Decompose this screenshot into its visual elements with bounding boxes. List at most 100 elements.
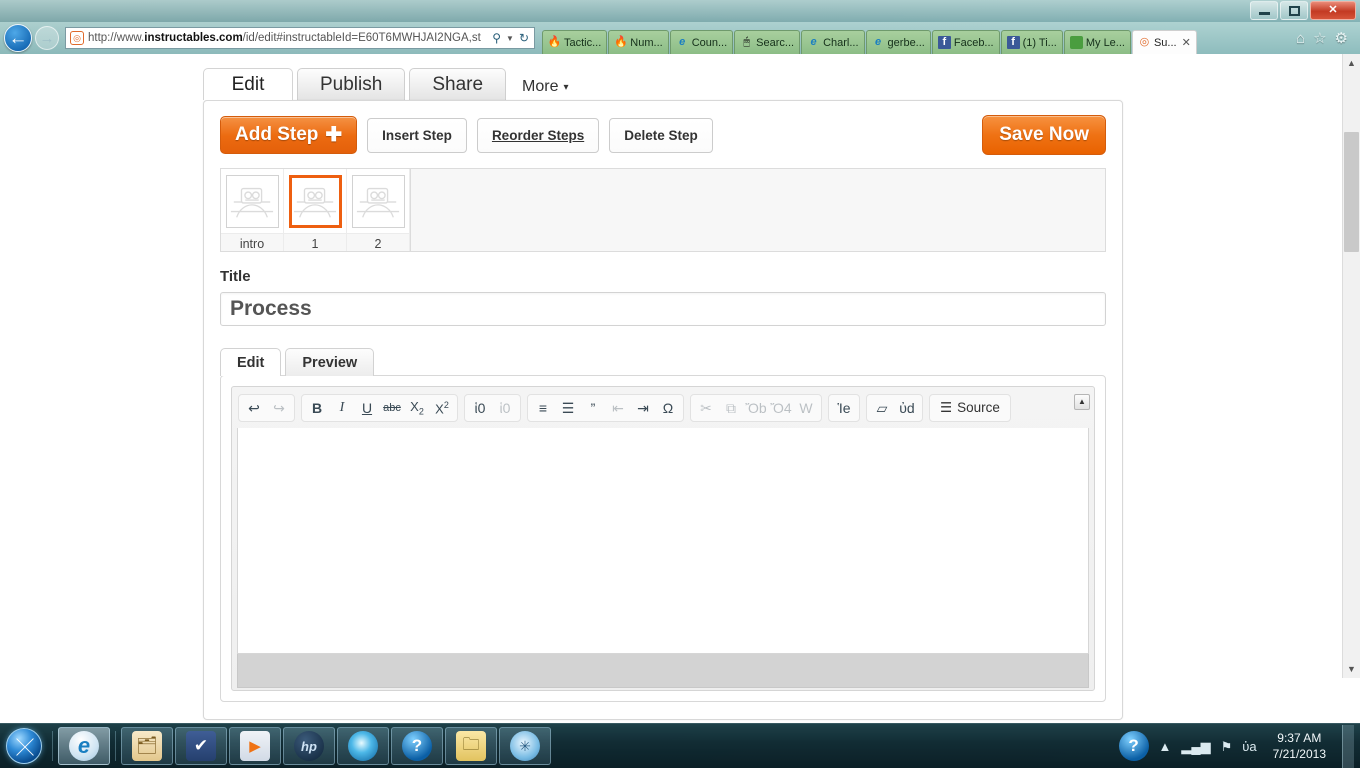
ie-icon: e [874, 36, 882, 48]
undo-icon[interactable]: ↩ [242, 397, 266, 419]
start-button[interactable] [0, 725, 48, 768]
tab-share[interactable]: Share [409, 68, 507, 100]
step-toolbar: Add Step ✚ Insert Step Reorder Steps Del… [220, 115, 1106, 155]
browser-tab-label: Coun... [691, 36, 728, 49]
browser-tab-1[interactable]: 🔥 Num... [608, 30, 669, 54]
taskbar-item-media-player[interactable]: ▶ [229, 727, 281, 765]
flag-icon[interactable]: ⚑ [1221, 740, 1233, 753]
collapse-toolbar-button[interactable]: ▲ [1074, 394, 1090, 410]
editor-tab-preview[interactable]: Preview [285, 348, 375, 376]
browser-tab-9[interactable]: ◎ Su... ✕ [1131, 30, 1197, 54]
save-now-button[interactable]: Save Now [982, 115, 1106, 155]
browser-tab-label: My Le... [1085, 36, 1125, 49]
browser-tab-5[interactable]: e gerbe... [865, 30, 931, 54]
toolbar-group-history: ↩ ↪ [238, 394, 295, 422]
browser-tab-2[interactable]: e Coun... [669, 30, 734, 54]
delete-step-button[interactable]: Delete Step [609, 117, 713, 153]
chevron-down-icon[interactable]: ▼ [504, 34, 516, 43]
find-replace-icon[interactable]: ὐd [895, 397, 919, 419]
tab-edit[interactable]: Edit [203, 68, 293, 100]
taskbar-item-fan-app[interactable]: ✳ [499, 727, 551, 765]
home-icon[interactable]: ⌂ [1296, 31, 1305, 46]
indent-icon[interactable]: ⇥ [631, 397, 655, 419]
chevron-down-icon: ▾ [563, 81, 569, 93]
step-thumb-image [225, 175, 279, 228]
more-menu-button[interactable]: More ▾ [510, 78, 578, 100]
link-icon[interactable]: ἱ0 [468, 397, 492, 419]
action-center-icon[interactable]: ? [1118, 731, 1149, 761]
taskbar-items: e 🗂 ✔ ▶ hp? 🗀 ✳ [57, 727, 552, 765]
paste-icon: Ὄb [745, 400, 767, 416]
reorder-steps-button[interactable]: Reorder Steps [476, 117, 600, 153]
scrollbar-thumb[interactable] [1344, 132, 1359, 252]
blockquote-icon[interactable]: ” [581, 397, 605, 419]
refresh-icon[interactable]: ↻ [516, 31, 532, 45]
forward-button[interactable]: → [35, 26, 59, 50]
show-hidden-icons-icon[interactable]: ▲ [1159, 740, 1172, 753]
taskbar-item-help-app[interactable]: ? [391, 727, 443, 765]
scroll-up-arrow-icon[interactable]: ▲ [1342, 54, 1360, 72]
browser-tab-6[interactable]: f Faceb... [931, 30, 1000, 54]
browser-tab-4[interactable]: e Charl... [801, 30, 865, 54]
window-title-bar: ✕ [0, 0, 1360, 22]
favorites-star-icon[interactable]: ☆ [1313, 31, 1326, 46]
browser-tab-label: Tactic... [564, 36, 602, 49]
step-thumbnail-2[interactable]: 2 [347, 169, 410, 251]
bulleted-list-icon[interactable]: ☰ [556, 397, 580, 419]
plus-icon: ✚ [325, 124, 343, 146]
browser-tab-label: (1) Ti... [1022, 36, 1057, 49]
cut-icon: ✂ [700, 400, 712, 416]
play-icon: ▶ [240, 731, 270, 761]
scroll-down-arrow-icon[interactable]: ▼ [1342, 660, 1360, 678]
toolbar-group-links: ἱ0 ἱ0 [464, 394, 521, 422]
source-icon[interactable]: ☰ Source [933, 397, 1007, 419]
editor-tab-edit[interactable]: Edit [220, 348, 282, 376]
browser-tab-0[interactable]: 🔥 Tactic... [542, 30, 608, 54]
clock[interactable]: 9:37 AM 7/21/2013 [1267, 730, 1332, 762]
taskbar-item-check-app[interactable]: ✔ [175, 727, 227, 765]
gear-icon[interactable]: ⚙ [1335, 31, 1348, 46]
browser-tab-7[interactable]: f (1) Ti... [1000, 30, 1063, 54]
step-thumbnail-intro[interactable]: intro [221, 169, 284, 251]
browser-tab-3[interactable]: 🖱 Searc... [734, 30, 801, 54]
scrollbar-track[interactable] [1343, 72, 1360, 660]
page-content: Edit Publish Share More ▾ Add Step ✚ Insert … [0, 54, 1360, 723]
tab-close-icon[interactable]: ✕ [1182, 36, 1191, 49]
page-scrollbar[interactable]: ▲ ▼ [1342, 54, 1360, 678]
add-step-button[interactable]: Add Step ✚ [220, 116, 358, 154]
subscript-icon[interactable]: X2 [405, 397, 429, 419]
superscript-icon[interactable]: X2 [430, 397, 454, 419]
italic-icon[interactable]: I [330, 397, 354, 419]
numbered-list-icon[interactable]: ≡ [531, 397, 555, 419]
show-desktop-button[interactable] [1342, 724, 1354, 768]
bold-icon[interactable]: B [305, 397, 329, 419]
volume-icon[interactable]: ὐa [1242, 740, 1256, 753]
strikethrough-icon[interactable]: abc [380, 397, 404, 419]
facebook-icon: f [1006, 36, 1020, 49]
taskbar-item-internet-explorer[interactable]: e [58, 727, 110, 765]
folder-icon: 🗀 [456, 731, 486, 761]
close-button[interactable]: ✕ [1310, 1, 1356, 20]
image-video-icon[interactable]: Ἱe [832, 397, 856, 419]
network-icon[interactable]: ▂▄▆ [1181, 740, 1210, 753]
taskbar-item-windows-explorer[interactable]: 🗂 [121, 727, 173, 765]
editor-text-area[interactable] [237, 428, 1089, 654]
step-thumbnail-1[interactable]: 1 [284, 169, 347, 251]
toolbar-group-basic-styles: B I Uabc X2 X2 [301, 394, 458, 422]
taskbar-item-folder-app[interactable]: 🗀 [445, 727, 497, 765]
remove-format-icon[interactable]: ▱ [870, 397, 894, 419]
insert-step-button[interactable]: Insert Step [367, 117, 467, 153]
address-bar[interactable]: ◎ http://www.instructables.com/id/edit#i… [65, 27, 535, 49]
title-input[interactable]: Process [220, 292, 1106, 326]
taskbar-item-orb-app[interactable] [337, 727, 389, 765]
paste-as-plain-text-icon: Ὄ4 [770, 400, 792, 416]
back-button[interactable]: ← [4, 24, 32, 52]
tab-publish[interactable]: Publish [297, 68, 406, 100]
taskbar-item-hp-app[interactable]: hp [283, 727, 335, 765]
search-icon[interactable]: ⚲ [489, 31, 504, 45]
browser-tab-8[interactable]: My Le... [1063, 30, 1131, 54]
restore-button[interactable] [1280, 1, 1308, 20]
minimize-button[interactable] [1250, 1, 1278, 20]
underline-icon[interactable]: U [355, 397, 379, 419]
special-character-icon[interactable]: Ω [656, 397, 680, 419]
